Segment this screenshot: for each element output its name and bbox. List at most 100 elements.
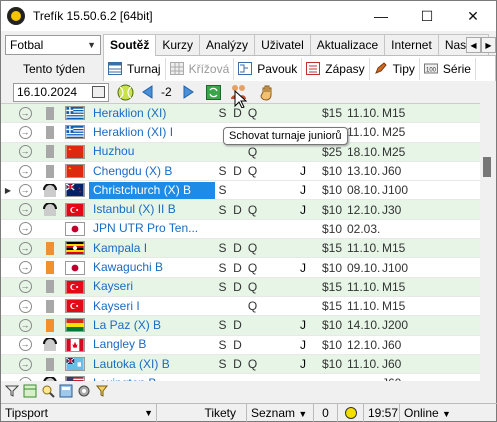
serie-button[interactable]: 100 Série <box>420 57 476 80</box>
open-arrow-icon[interactable]: → <box>18 183 32 197</box>
tab-kurzy[interactable]: Kurzy <box>155 34 201 55</box>
arrow-right-icon <box>183 85 194 99</box>
open-arrow-icon[interactable]: → <box>18 338 32 352</box>
tab-uzivatel[interactable]: Uživatel <box>254 34 311 55</box>
calculator-icon[interactable] <box>59 384 73 398</box>
open-arrow-icon[interactable]: → <box>18 145 32 159</box>
maximize-button[interactable]: ☐ <box>404 1 450 31</box>
open-arrow-icon[interactable]: → <box>18 164 32 178</box>
start-date: 14.10. <box>347 318 381 333</box>
open-arrow-icon[interactable]: → <box>18 106 32 120</box>
tournament-name[interactable]: Langley B <box>89 336 215 353</box>
tab-soutez[interactable]: Soutěž <box>103 34 157 56</box>
tournament-name[interactable]: Kawaguchi B <box>89 259 215 276</box>
funnel-icon[interactable] <box>95 384 109 398</box>
table-row[interactable]: → Kayseri S D Q $15 11.10. M15 <box>1 277 481 297</box>
tennis-ball-button[interactable] <box>115 82 135 102</box>
scrollbar-thumb[interactable] <box>483 157 491 177</box>
doubles-flag: D <box>233 241 242 256</box>
open-arrow-icon[interactable]: → <box>18 222 32 236</box>
next-button[interactable] <box>179 82 199 102</box>
sport-select[interactable]: Fotbal ▼ <box>5 35 101 55</box>
table-row[interactable]: → Kampala I S D Q $15 11.10. M15 <box>1 239 481 259</box>
table-row[interactable]: → Kayseri I Q $15 11.10. M15 <box>1 297 481 317</box>
doubles-flag: D <box>233 357 242 371</box>
surface-indoor-icon <box>43 183 57 197</box>
open-arrow-icon[interactable]: → <box>18 280 32 294</box>
junior-flag: J <box>300 337 306 352</box>
tournament-name[interactable]: La Paz (X) B <box>89 317 215 334</box>
pencil-icon <box>374 62 387 74</box>
online-select[interactable]: Online ▼ <box>400 404 480 422</box>
category: J60 <box>382 357 402 371</box>
tab-internet[interactable]: Internet <box>384 34 439 55</box>
surface-clay-icon <box>46 318 54 332</box>
prize-money: $10 <box>321 337 342 352</box>
pavouk-button[interactable]: Pavouk <box>234 57 303 80</box>
qualification-flag: Q <box>247 260 258 275</box>
week-label[interactable]: Tento týden <box>23 62 85 76</box>
hand-button[interactable] <box>257 82 277 102</box>
table-row[interactable]: ▶ → Christchurch (X) B S J $10 08.10. J100 <box>1 181 481 201</box>
tipy-button[interactable]: Tipy <box>370 57 420 80</box>
search-icon[interactable] <box>41 384 55 398</box>
tournament-name[interactable]: Heraklion (XI) <box>89 105 215 122</box>
minimize-button[interactable]: — <box>358 1 404 31</box>
tournament-name[interactable]: JPN UTR Pro Ten... <box>89 220 215 237</box>
start-date: 02.03. <box>347 221 381 236</box>
filter-icon[interactable] <box>5 384 19 398</box>
junior-flag: J <box>300 357 306 371</box>
tournament-name[interactable]: Chengdu (X) B <box>89 163 215 180</box>
tab-aktualizace[interactable]: Aktualizace <box>309 34 386 55</box>
turnaj-button[interactable]: Turnaj <box>104 57 166 80</box>
tournament-name[interactable]: Istanbul (X) II B <box>89 201 215 218</box>
table-row[interactable]: → Langley B S D J $10 12.10. J60 <box>1 336 481 355</box>
open-arrow-icon[interactable]: → <box>18 241 32 255</box>
table-row[interactable]: → JPN UTR Pro Ten... $10 02.03. <box>1 220 481 240</box>
zapasy-button[interactable]: Zápasy <box>302 57 370 80</box>
gear-icon[interactable] <box>77 384 91 398</box>
tab-analyzy[interactable]: Analýzy <box>199 34 256 55</box>
open-arrow-icon[interactable]: → <box>18 299 32 313</box>
table-row[interactable]: → Istanbul (X) II B S D Q J $10 12.10. J30 <box>1 200 481 220</box>
title-bar: Trefík 15.50.6.2 [64bit] — ☐ ✕ <box>1 1 496 31</box>
previous-button[interactable] <box>137 82 157 102</box>
tournament-name[interactable]: Kayseri <box>89 278 215 295</box>
open-arrow-icon[interactable]: → <box>18 318 32 332</box>
bookmaker-select[interactable]: Tipsport ▼ <box>1 403 157 422</box>
table-row[interactable]: → La Paz (X) B S D J $10 14.10. J200 <box>1 316 481 336</box>
tournament-name[interactable]: Kayseri I <box>89 298 215 315</box>
open-arrow-icon[interactable]: → <box>18 357 32 371</box>
tab-scroll-right-button[interactable]: ▶ <box>481 37 496 53</box>
seznam-select[interactable]: Seznam ▼ <box>247 403 314 422</box>
refresh-button[interactable] <box>203 82 223 102</box>
tournament-name[interactable]: Christchurch (X) B <box>89 181 215 199</box>
open-arrow-icon[interactable]: → <box>18 203 32 217</box>
tournament-name[interactable]: Kampala I <box>89 240 215 257</box>
open-arrow-icon[interactable]: → <box>18 125 32 139</box>
page-offset: -2 <box>161 85 172 99</box>
tab-scroll-left-button[interactable]: ◀ <box>466 37 481 53</box>
singles-flag: S <box>218 279 227 294</box>
tournament-name[interactable]: Lautoka (XI) B <box>89 356 215 373</box>
start-date: 11.10. <box>347 357 380 371</box>
tournament-name[interactable]: Heraklion (XI) I <box>89 124 215 141</box>
table-row[interactable]: → Huzhou Q $25 18.10. M25 <box>1 142 481 162</box>
layout-icon[interactable] <box>23 384 37 398</box>
vertical-scrollbar[interactable] <box>480 103 494 381</box>
table-row[interactable]: → Kawaguchi B S D Q J $10 09.10. J100 <box>1 258 481 278</box>
close-button[interactable]: ✕ <box>450 1 496 31</box>
table-row[interactable]: → Lautoka (XI) B S D Q J $10 11.10. J60 <box>1 354 481 375</box>
open-arrow-icon[interactable]: → <box>18 261 32 275</box>
table-row[interactable]: →Lexington BJ60 <box>1 374 481 381</box>
table-row[interactable]: → Chengdu (X) B S D Q J $10 13.10. J60 <box>1 162 481 182</box>
surface-hard-icon <box>46 145 54 159</box>
prize-money: $15 <box>321 241 342 256</box>
seznam-label: Seznam <box>251 405 296 420</box>
tournament-name[interactable]: Huzhou <box>89 143 215 160</box>
refresh-icon <box>205 84 221 100</box>
date-picker[interactable]: 16.10.2024 <box>13 83 109 102</box>
tikety-button[interactable]: Tikety <box>157 403 247 422</box>
krizova-button[interactable]: Křížová <box>166 57 235 80</box>
turnaj-label: Turnaj <box>127 61 161 76</box>
